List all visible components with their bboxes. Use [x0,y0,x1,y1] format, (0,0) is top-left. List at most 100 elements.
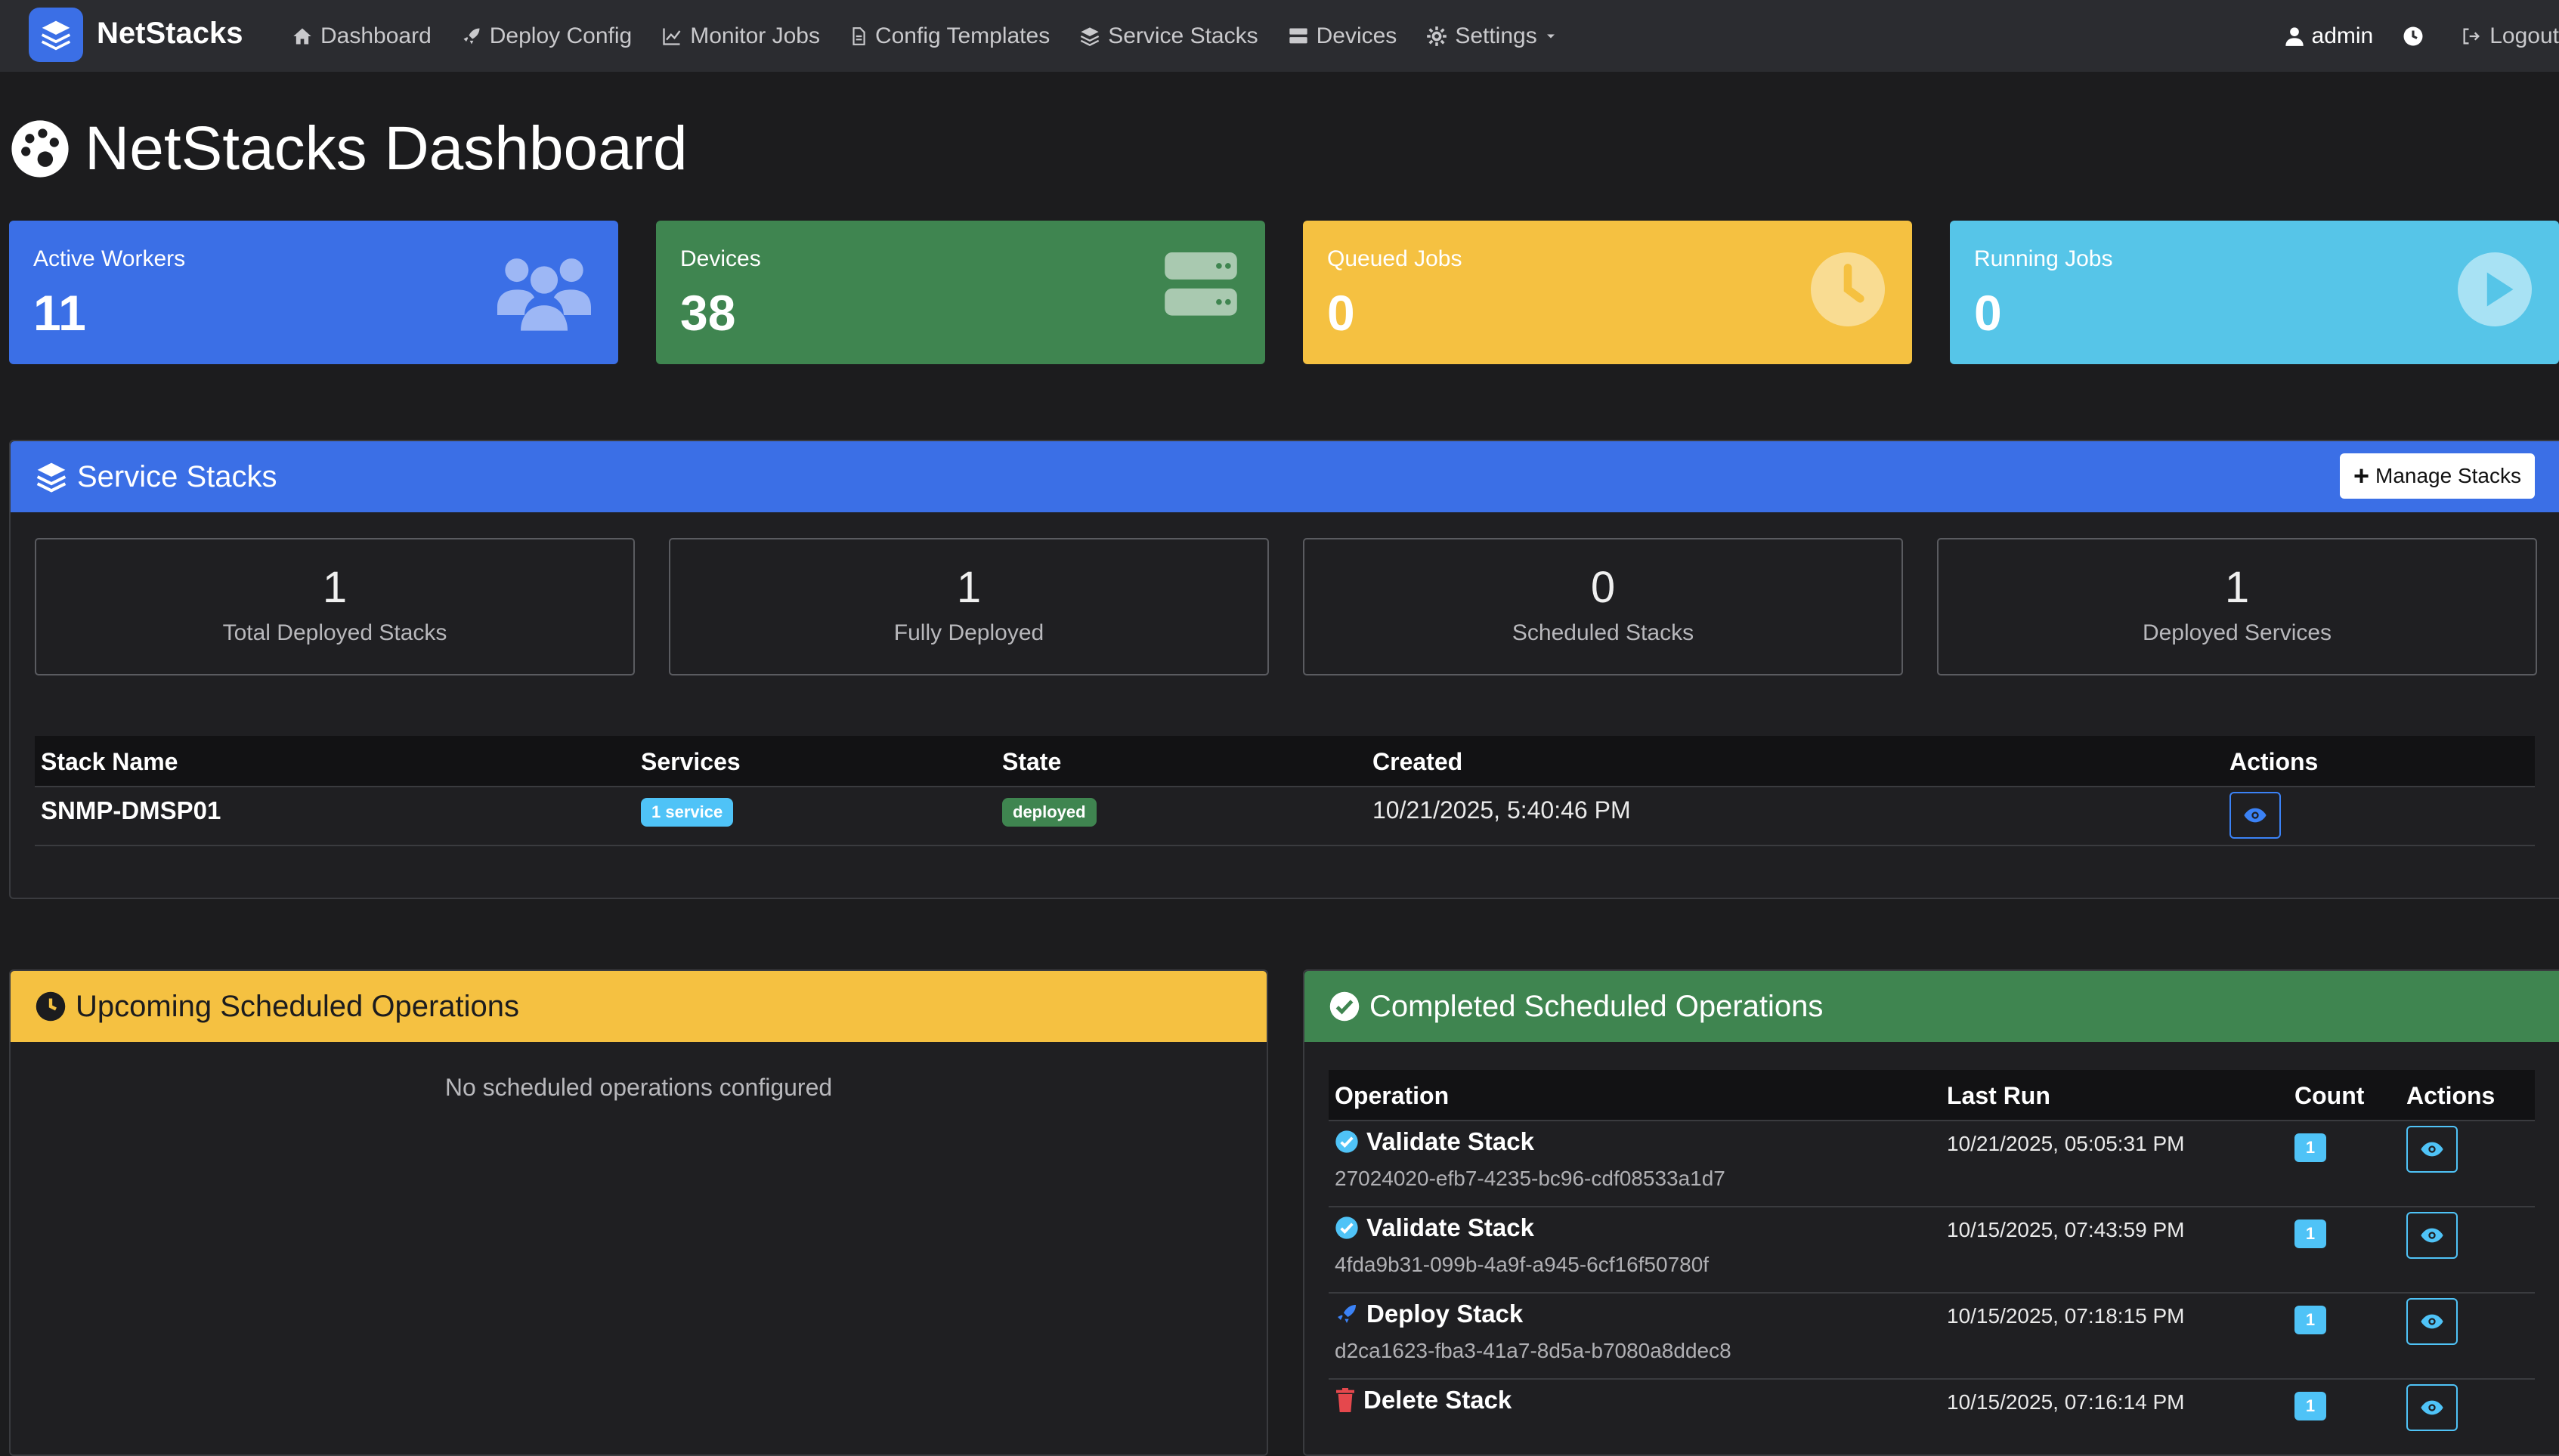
user-icon [2285,26,2304,46]
summary-value: 0 [1590,563,1616,612]
caret-down-icon [1546,34,1555,38]
stat-label: Running Jobs [1974,246,2113,271]
nav-dashboard[interactable]: Dashboard [291,23,432,49]
stack-name[interactable]: SNMP-DMSP01 [41,796,221,825]
play-icon [2458,252,2532,330]
clock-icon [1811,252,1885,330]
check-circle-icon [1329,991,1360,1022]
logout-icon [2463,28,2480,44]
divider [35,845,2535,846]
nav-config-templates[interactable]: Config Templates [849,23,1050,49]
column-header: Services [641,748,741,775]
stat-value: 0 [1974,285,2002,341]
file-icon [852,26,865,45]
service-stacks-header: Service Stacks + Manage Stacks [11,441,2559,512]
nav-user[interactable]: admin [2284,23,2374,49]
nav-clock[interactable] [2402,25,2431,48]
eye-icon [2421,1228,2443,1243]
service-stacks-title: Service Stacks [77,459,277,493]
nav-service-stacks[interactable]: Service Stacks [1078,23,1258,49]
view-button[interactable] [2406,1126,2458,1173]
view-button[interactable] [2406,1384,2458,1431]
stat-value: 38 [680,285,736,341]
page-title: NetStacks Dashboard [9,113,688,184]
count-badge: 1 [2294,1220,2326,1248]
page-title-text: NetStacks Dashboard [85,114,688,183]
view-button[interactable] [2406,1212,2458,1259]
stat-card-running-jobs: Running Jobs 0 [1950,221,2559,364]
stacks-table-header: Stack Name Services State Created Action… [35,736,2535,786]
nav-devices[interactable]: Devices [1287,23,1397,49]
clock-icon [36,991,66,1022]
summary-card: 1 Fully Deployed [669,538,1269,675]
stat-card-active-workers: Active Workers 11 [9,221,618,364]
nav-devices-label: Devices [1316,23,1397,48]
empty-state-text: No scheduled operations configured [444,1074,833,1101]
home-icon [293,28,311,44]
nav-config-templates-label: Config Templates [874,23,1051,48]
column-header: Stack Name [41,748,178,775]
upcoming-title: Upcoming Scheduled Operations [76,989,520,1023]
layers-icon [36,462,67,493]
operation-id: 4fda9b31-099b-4a9f-a945-6cf16f50780f [1335,1253,1710,1276]
nav-settings[interactable]: Settings [1425,23,1564,49]
rocket-icon [1338,1305,1356,1323]
summary-value: 1 [956,563,982,612]
operation-label: Validate Stack [1366,1213,1534,1241]
table-row: Delete Stack 10/15/2025, 07:16:14 PM 1 [1329,1380,2535,1434]
operation-name: Validate Stack [1335,1127,1534,1156]
nav-logout[interactable]: Logout [2460,23,2559,49]
gear-icon [1427,26,1447,46]
table-row: SNMP-DMSP01 1 service deployed 10/21/202… [35,787,2535,845]
brand-logo-icon[interactable] [29,8,83,62]
chart-line-icon [663,28,681,45]
summary-card: 1 Total Deployed Stacks [35,538,635,675]
nav-deploy-config-label: Deploy Config [489,23,633,48]
created-date: 10/21/2025, 5:40:46 PM [1372,796,1631,824]
stat-value: 11 [33,285,86,341]
layers-icon [1081,26,1100,46]
top-navbar: NetStacks Dashboard Deploy Config Monito… [0,0,2559,72]
summary-value: 1 [2224,563,2250,612]
summary-card: 1 Deployed Services [1937,538,2537,675]
nav-monitor-jobs[interactable]: Monitor Jobs [661,23,820,49]
users-icon [497,252,591,335]
column-header: Actions [2229,748,2319,775]
column-header: Count [2294,1082,2365,1109]
server-icon [1164,252,1238,321]
operation-id: d2ca1623-fba3-41a7-8d5a-b7080a8ddec8 [1335,1339,1731,1362]
stat-label: Queued Jobs [1327,246,1462,271]
nav-logout-label: Logout [2489,23,2559,48]
nav-user-label: admin [2311,23,2374,48]
column-header: Created [1372,748,1463,775]
check-circle-icon [1335,1216,1358,1239]
manage-stacks-button[interactable]: + Manage Stacks [2339,453,2535,499]
plus-icon: + [2353,460,2369,491]
count-badge: 1 [2294,1392,2326,1420]
nav-service-stacks-label: Service Stacks [1108,23,1258,48]
last-run: 10/21/2025, 05:05:31 PM [1947,1132,2185,1155]
eye-icon [2421,1400,2443,1415]
eye-icon [2421,1314,2443,1329]
operation-name: Delete Stack [1335,1386,1512,1414]
view-button[interactable] [2406,1298,2458,1345]
completed-header: Completed Scheduled Operations [1304,971,2559,1042]
brand-name[interactable]: NetStacks [97,17,243,51]
summary-card: 0 Scheduled Stacks [1303,538,1903,675]
summary-value: 1 [322,563,348,612]
column-header: Actions [2406,1082,2496,1109]
stat-value: 0 [1327,285,1355,341]
last-run: 10/15/2025, 07:18:15 PM [1947,1304,2185,1328]
server-icon [1289,28,1307,43]
completed-title: Completed Scheduled Operations [1369,989,1824,1023]
operation-name: Validate Stack [1335,1213,1534,1242]
view-button[interactable] [2229,792,2281,839]
clock-icon [2403,26,2423,45]
nav-monitor-jobs-label: Monitor Jobs [690,23,820,48]
column-header: Last Run [1947,1082,2050,1109]
nav-deploy-config[interactable]: Deploy Config [460,23,632,49]
summary-label: Fully Deployed [893,620,1044,645]
last-run: 10/15/2025, 07:16:14 PM [1947,1390,2185,1414]
rocket-icon [463,28,480,44]
nav-dashboard-label: Dashboard [320,23,432,48]
